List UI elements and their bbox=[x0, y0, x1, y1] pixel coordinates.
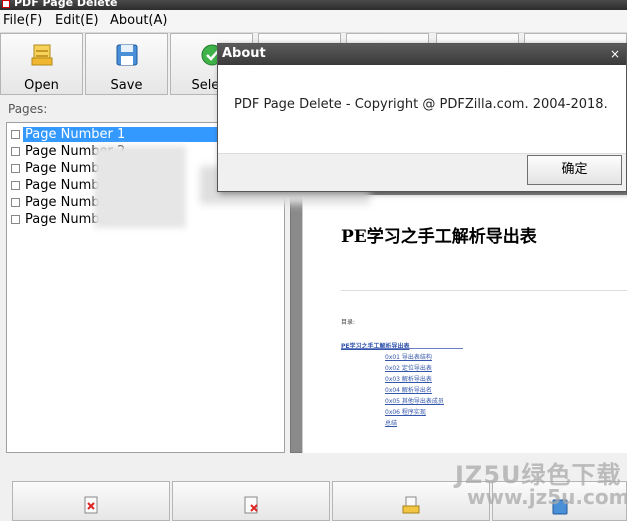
dialog-title-bar[interactable]: About × bbox=[218, 44, 626, 65]
toc-item[interactable]: 0x03 解析导出表 bbox=[385, 374, 432, 383]
open-button-label: Open bbox=[24, 78, 59, 93]
toc-label: 目录: bbox=[341, 319, 356, 326]
page-checkbox[interactable] bbox=[11, 215, 20, 224]
watermark-url: www.jz5u.com bbox=[467, 485, 627, 509]
toc-item[interactable]: 0x01 导出表结构 bbox=[385, 352, 432, 361]
document-divider bbox=[341, 290, 627, 291]
open-button[interactable]: Open bbox=[0, 33, 83, 95]
pages-label: Pages: bbox=[8, 102, 48, 116]
toc-item[interactable]: 0x04 解析导出名 bbox=[385, 385, 432, 394]
page-checkbox[interactable] bbox=[11, 130, 20, 139]
save-button-label: Save bbox=[110, 78, 143, 93]
menu-about[interactable]: About(A) bbox=[110, 13, 167, 28]
close-icon[interactable]: × bbox=[608, 47, 622, 61]
ok-button[interactable]: 确定 bbox=[527, 155, 622, 185]
app-icon bbox=[2, 0, 10, 8]
page-checkbox[interactable] bbox=[11, 147, 20, 156]
remove-page-button[interactable] bbox=[172, 481, 330, 521]
title-bar: PDF Page Delete bbox=[0, 0, 627, 10]
toc-item[interactable]: 0x05 其他导出表成员 bbox=[385, 396, 444, 405]
window-title: PDF Page Delete bbox=[14, 0, 118, 9]
save-button[interactable]: Save bbox=[85, 33, 168, 95]
menu-file[interactable]: File(F) bbox=[3, 13, 42, 28]
page-checkbox[interactable] bbox=[11, 181, 20, 190]
document-title: PE学习之手工解析导出表 bbox=[341, 227, 537, 247]
page-checkbox[interactable] bbox=[11, 164, 20, 173]
watermark: JZ5U绿色下载 www.jz5u.com bbox=[455, 455, 627, 513]
folder-page-icon bbox=[400, 494, 422, 519]
page-checkbox[interactable] bbox=[11, 198, 20, 207]
blurred-region bbox=[94, 146, 186, 228]
folder-open-icon bbox=[29, 42, 55, 71]
toc-item[interactable]: 0x06 程序实现 bbox=[385, 407, 426, 416]
dialog-body: PDF Page Delete - Copyright @ PDFZilla.c… bbox=[218, 65, 626, 154]
delete-page-icon bbox=[80, 494, 102, 519]
floppy-disk-icon bbox=[114, 42, 140, 71]
menu-edit[interactable]: Edit(E) bbox=[55, 13, 99, 28]
delete-page-button[interactable] bbox=[12, 481, 170, 521]
preview-page: PE学习之手工解析导出表 目录: PE学习之手工解析导出表 0x01 导出表结构… bbox=[302, 195, 627, 453]
toc-item[interactable]: 总结 bbox=[385, 418, 397, 427]
menu-bar: File(F) Edit(E) About(A) bbox=[0, 10, 627, 33]
toc-main-underline bbox=[341, 348, 463, 349]
about-dialog: About × PDF Page Delete - Copyright @ PD… bbox=[217, 43, 627, 192]
toc-item[interactable]: 0x02 定位导出表 bbox=[385, 363, 432, 372]
dialog-title: About bbox=[222, 46, 266, 61]
remove-page-icon bbox=[240, 494, 262, 519]
about-message: PDF Page Delete - Copyright @ PDFZilla.c… bbox=[234, 97, 608, 112]
